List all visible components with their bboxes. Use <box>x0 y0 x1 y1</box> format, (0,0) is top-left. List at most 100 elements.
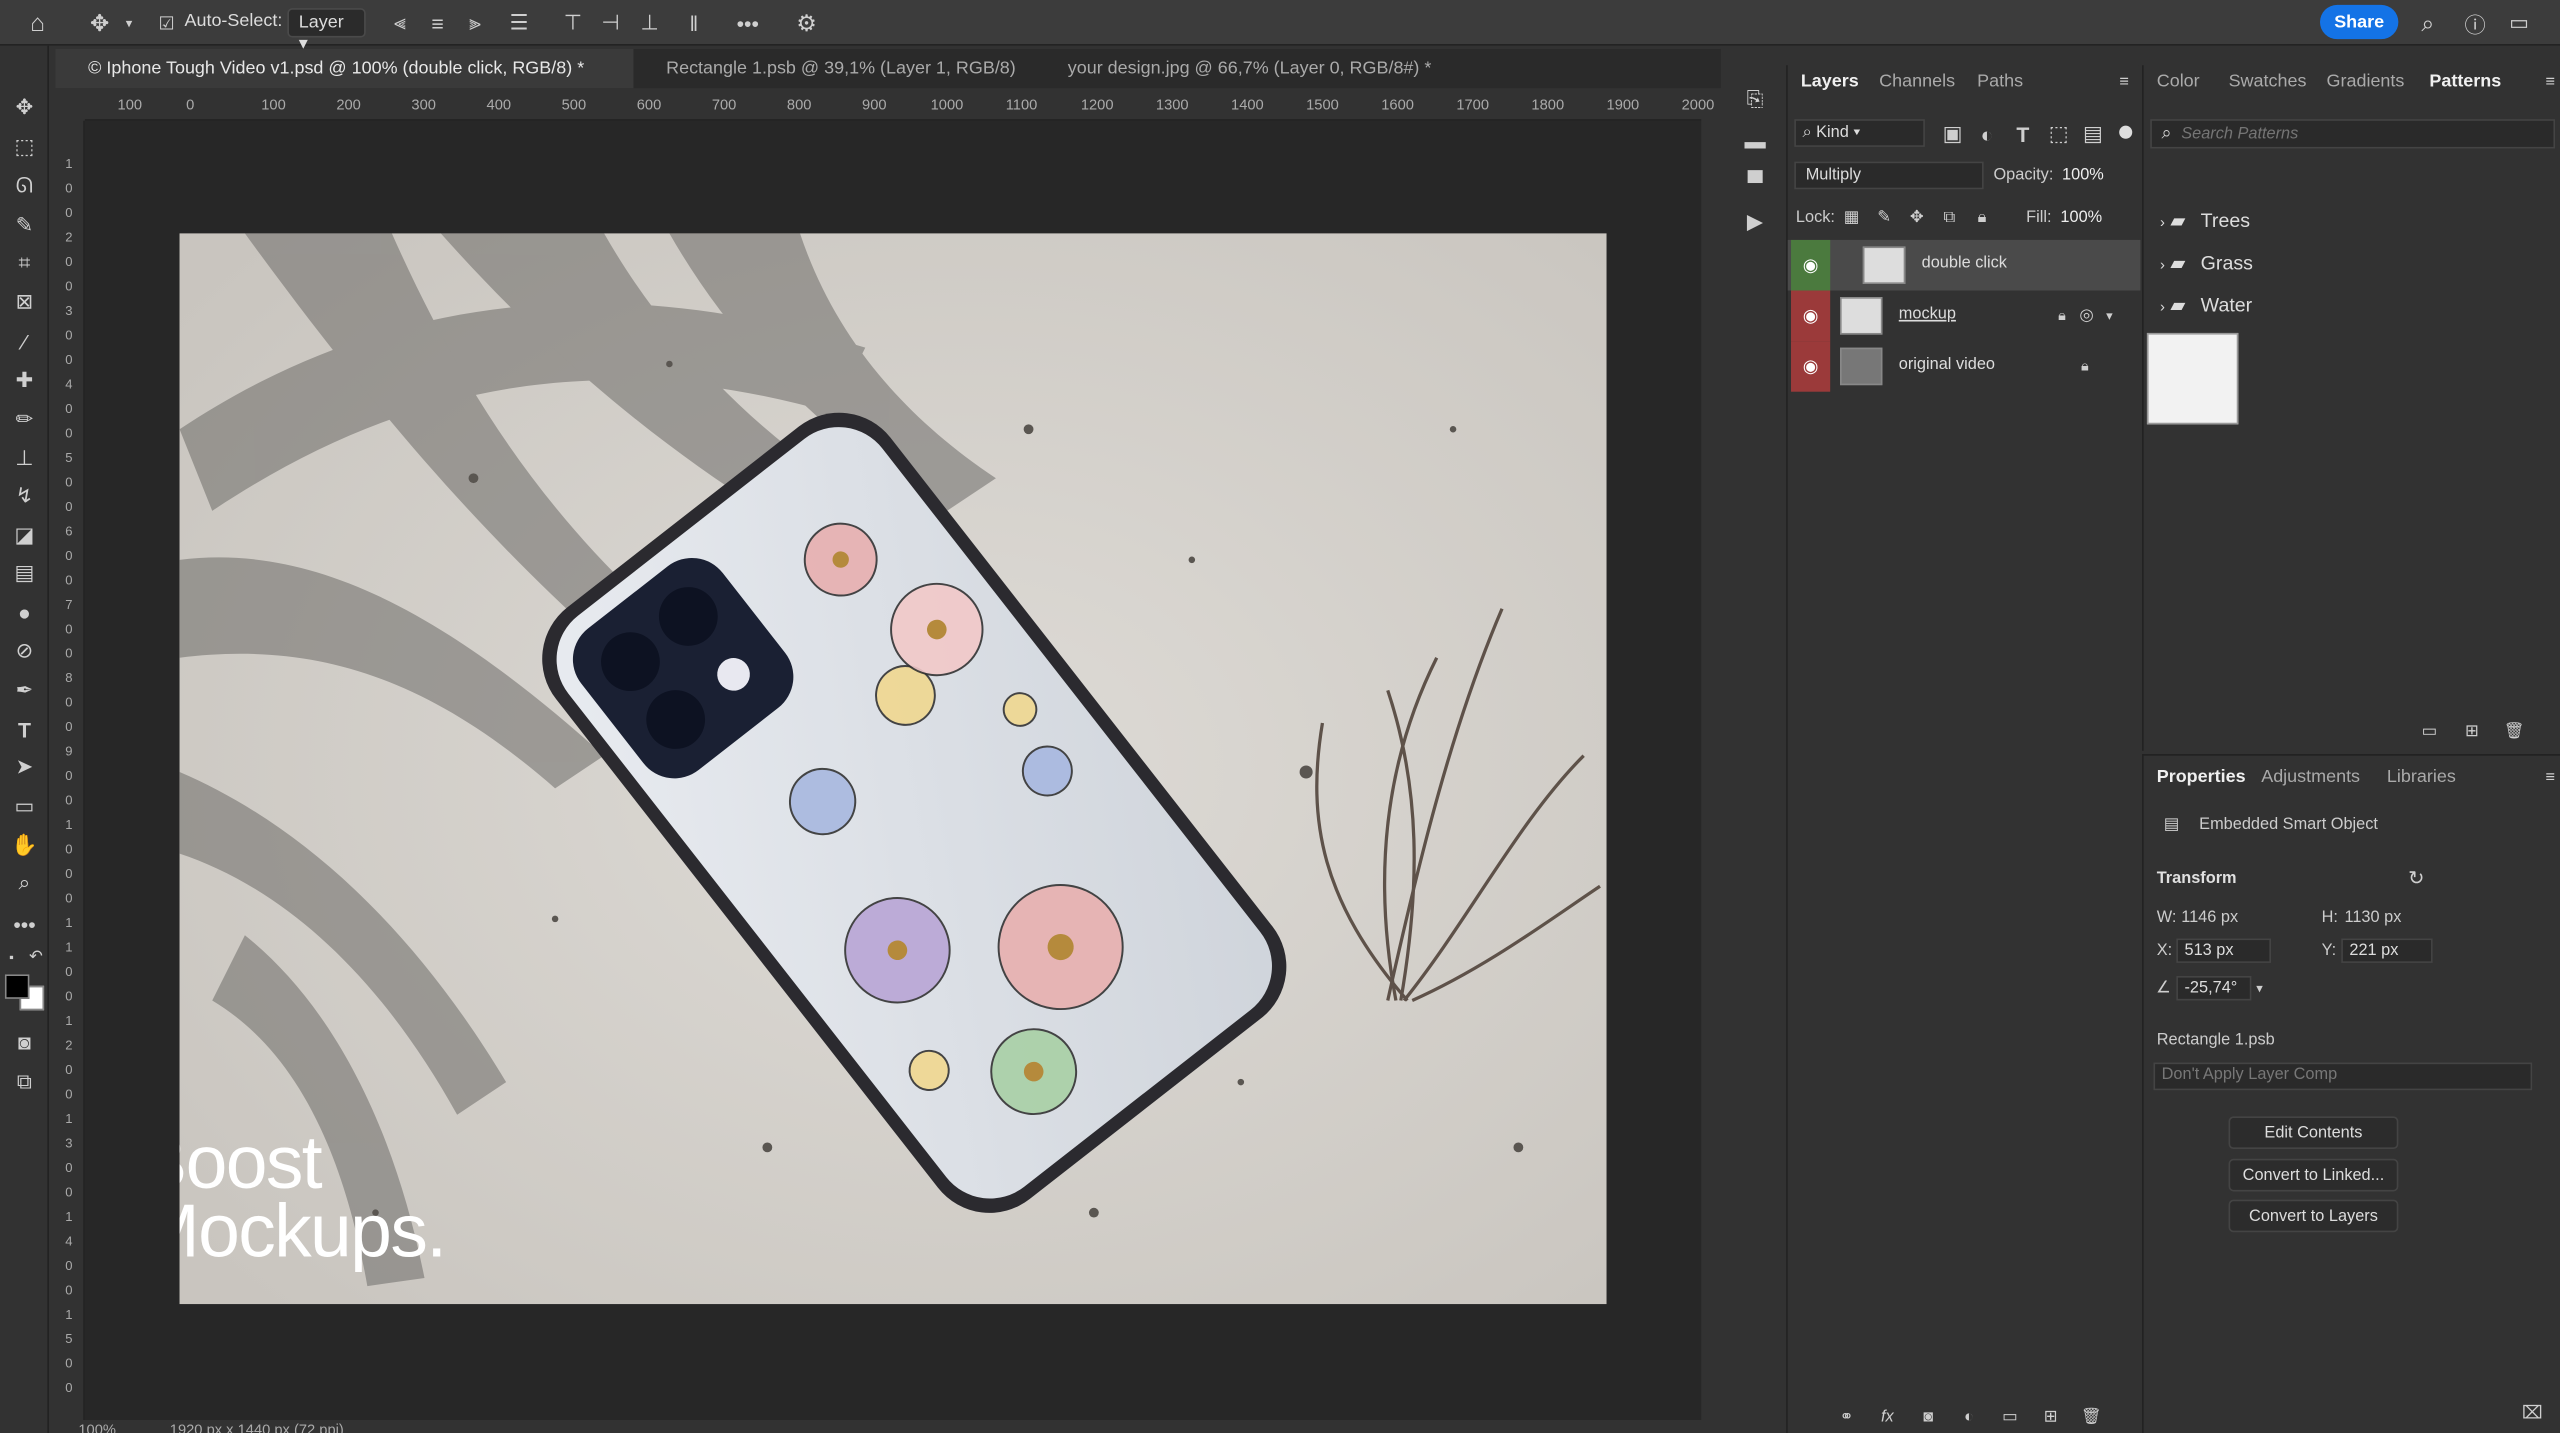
history-icon[interactable]: ⎘ <box>1740 85 1769 114</box>
quick-mask-icon[interactable]: ◙ <box>7 1025 43 1058</box>
quick-select-tool-icon[interactable]: ✎ <box>7 209 43 242</box>
search-icon[interactable]: ⌕ <box>2413 7 2442 40</box>
align-right-icon[interactable]: ⫸ <box>464 7 487 40</box>
stamp-tool-icon[interactable]: ⊥ <box>7 442 43 475</box>
filter-smart-object-icon[interactable]: ▤ <box>2082 121 2105 145</box>
share-button[interactable]: Share <box>2319 4 2399 40</box>
chevron-right-icon[interactable]: › <box>2160 299 2165 315</box>
screen-mode-icon[interactable]: ⧉ <box>7 1066 43 1099</box>
move-tool-icon[interactable]: ✥ <box>7 91 43 124</box>
convert-to-linked-button[interactable]: Convert to Linked... <box>2228 1158 2399 1192</box>
reset-transform-icon[interactable]: ↻ <box>2405 867 2428 890</box>
chevron-down-icon[interactable]: ▾ <box>2101 305 2117 325</box>
gear-icon[interactable]: ⚙ <box>792 7 821 40</box>
auto-select-dropdown[interactable]: Layer ▾ <box>287 8 366 54</box>
default-colors-icon[interactable]: ▪ <box>2 947 22 967</box>
tab-adjustments[interactable]: Adjustments <box>2261 767 2360 787</box>
type-tool-icon[interactable]: T <box>7 713 43 746</box>
tab-paths[interactable]: Paths <box>1977 72 2023 92</box>
tab-document-3[interactable]: your design.jpg @ 66,7% (Layer 0, RGB/8#… <box>1035 49 1476 88</box>
new-group-icon[interactable]: ▭ <box>2418 720 2441 743</box>
filter-toggle-icon[interactable] <box>2119 125 2133 139</box>
lock-all-icon[interactable]: 🔒︎ <box>1971 206 1994 229</box>
chevron-down-icon[interactable]: ▾ <box>121 7 137 40</box>
tab-document-1[interactable]: © Iphone Tough Video v1.psd @ 100% (doub… <box>55 48 634 89</box>
more-icon[interactable]: ••• <box>733 7 762 40</box>
pattern-folder-grass[interactable]: › ▰ Grass <box>2160 251 2253 274</box>
link-layers-icon[interactable]: ⚭ <box>1833 1405 1859 1428</box>
trash-icon[interactable]: 🗑︎ <box>2078 1405 2104 1428</box>
gradient-tool-icon[interactable]: ▤ <box>7 557 43 590</box>
distribute-vertical-icon[interactable]: ‖ <box>682 7 705 40</box>
layer-name[interactable]: double click <box>1922 255 2007 273</box>
dodge-tool-icon[interactable]: ⊘ <box>7 635 43 668</box>
tab-swatches[interactable]: Swatches <box>2229 72 2307 92</box>
angle-field[interactable]: -25,74° <box>2176 976 2252 1001</box>
lock-transparent-icon[interactable]: ▦ <box>1840 206 1863 229</box>
layer-row-double-click[interactable]: ◉ double click <box>1787 239 2141 291</box>
zoom-level[interactable]: 100% <box>78 1422 116 1433</box>
history-brush-tool-icon[interactable]: ↯ <box>7 480 43 513</box>
home-icon[interactable]: ⌂ <box>20 7 56 40</box>
more-tools-icon[interactable]: ••• <box>7 907 43 940</box>
fill-value[interactable]: 100% <box>2060 209 2102 227</box>
new-group-icon[interactable]: ▭ <box>1997 1405 2023 1428</box>
layer-comp-dropdown[interactable]: Don't Apply Layer Comp <box>2153 1062 2533 1091</box>
trash-icon[interactable]: 🗑︎ <box>2503 720 2526 743</box>
layer-row-original-video[interactable]: ◉ original video 🔒︎ <box>1788 341 2141 392</box>
lock-image-icon[interactable]: ✎ <box>1873 206 1896 229</box>
new-pattern-icon[interactable]: ⊞ <box>2460 720 2483 743</box>
distribute-icon[interactable]: ☰ <box>508 7 531 40</box>
layer-name[interactable]: mockup <box>1899 305 1956 323</box>
help-icon[interactable]: ⓘ <box>2460 7 2489 40</box>
tab-patterns[interactable]: Patterns <box>2429 72 2501 92</box>
tab-gradients[interactable]: Gradients <box>2327 72 2405 92</box>
auto-select-checkbox[interactable]: ☑ <box>157 7 177 40</box>
fx-icon[interactable]: fx <box>1874 1405 1900 1428</box>
panel-menu-icon[interactable]: ≡ <box>2540 72 2560 92</box>
layer-row-mockup[interactable]: ◉ mockup 🔒︎ ◎ ▾ <box>1788 290 2141 342</box>
actions-play-icon[interactable]: ▶ <box>1740 207 1769 236</box>
document-canvas-image[interactable]: © Boost Mockups. <box>179 233 1607 1305</box>
brush-tool-icon[interactable]: ✏ <box>7 403 43 436</box>
pattern-swatch[interactable] <box>2146 332 2239 425</box>
workspace-icon[interactable]: ▭ <box>2503 7 2536 40</box>
tab-properties[interactable]: Properties <box>2157 767 2246 787</box>
chevron-down-icon[interactable]: ▾ <box>2251 978 2267 998</box>
comments-icon[interactable]: ▀ <box>1740 166 1769 195</box>
new-layer-icon[interactable]: ⊞ <box>2038 1405 2064 1428</box>
foreground-color-swatch[interactable] <box>4 974 30 999</box>
h-value[interactable]: 1130 px <box>2344 909 2401 927</box>
y-field[interactable]: 221 px <box>2341 938 2433 963</box>
filter-pixel-icon[interactable]: ▣ <box>1941 121 1964 145</box>
align-left-icon[interactable]: ⫷ <box>389 7 412 40</box>
add-mask-icon[interactable]: ◙ <box>1915 1405 1941 1428</box>
align-top-icon[interactable]: ⊤ <box>562 7 585 40</box>
lock-position-icon[interactable]: ✥ <box>1905 206 1928 229</box>
blur-tool-icon[interactable]: ● <box>7 596 43 629</box>
path-selection-tool-icon[interactable]: ➤ <box>7 751 43 784</box>
move-tool-icon[interactable]: ✥ <box>82 7 118 40</box>
adjustment-layer-icon[interactable]: ◐ <box>1956 1405 1982 1428</box>
visibility-eye-icon[interactable]: ◉ <box>1791 341 1831 392</box>
x-field[interactable]: 513 px <box>2176 938 2272 963</box>
align-center-icon[interactable]: ≡ <box>426 7 449 40</box>
filter-type-icon[interactable]: T <box>2011 122 2034 146</box>
convert-to-layers-button[interactable]: Convert to Layers <box>2228 1199 2399 1233</box>
tab-color[interactable]: Color <box>2157 72 2200 92</box>
tab-libraries[interactable]: Libraries <box>2387 767 2456 787</box>
marquee-tool-icon[interactable]: ⬚ <box>7 131 43 164</box>
frame-tool-icon[interactable]: ⊠ <box>7 286 43 319</box>
align-middle-icon[interactable]: ⊣ <box>599 7 622 40</box>
filter-shape-icon[interactable]: ⬚ <box>2047 121 2070 145</box>
layer-filter-dropdown[interactable]: ⌕ Kind ▾ <box>1794 119 1925 147</box>
zoom-tool-icon[interactable]: ⌕ <box>7 867 43 900</box>
filter-adjustment-icon[interactable]: ◐ <box>1976 122 1999 146</box>
align-bottom-icon[interactable]: ⊥ <box>638 7 661 40</box>
w-value[interactable]: 1146 px <box>2181 909 2238 927</box>
pen-tool-icon[interactable]: ✒ <box>7 674 43 707</box>
tab-channels[interactable]: Channels <box>1879 72 1955 92</box>
pattern-search-input[interactable] <box>2181 122 2541 146</box>
tab-layers[interactable]: Layers <box>1801 72 1859 92</box>
document-info[interactable]: 1920 px x 1440 px (72 ppi) <box>170 1422 344 1433</box>
